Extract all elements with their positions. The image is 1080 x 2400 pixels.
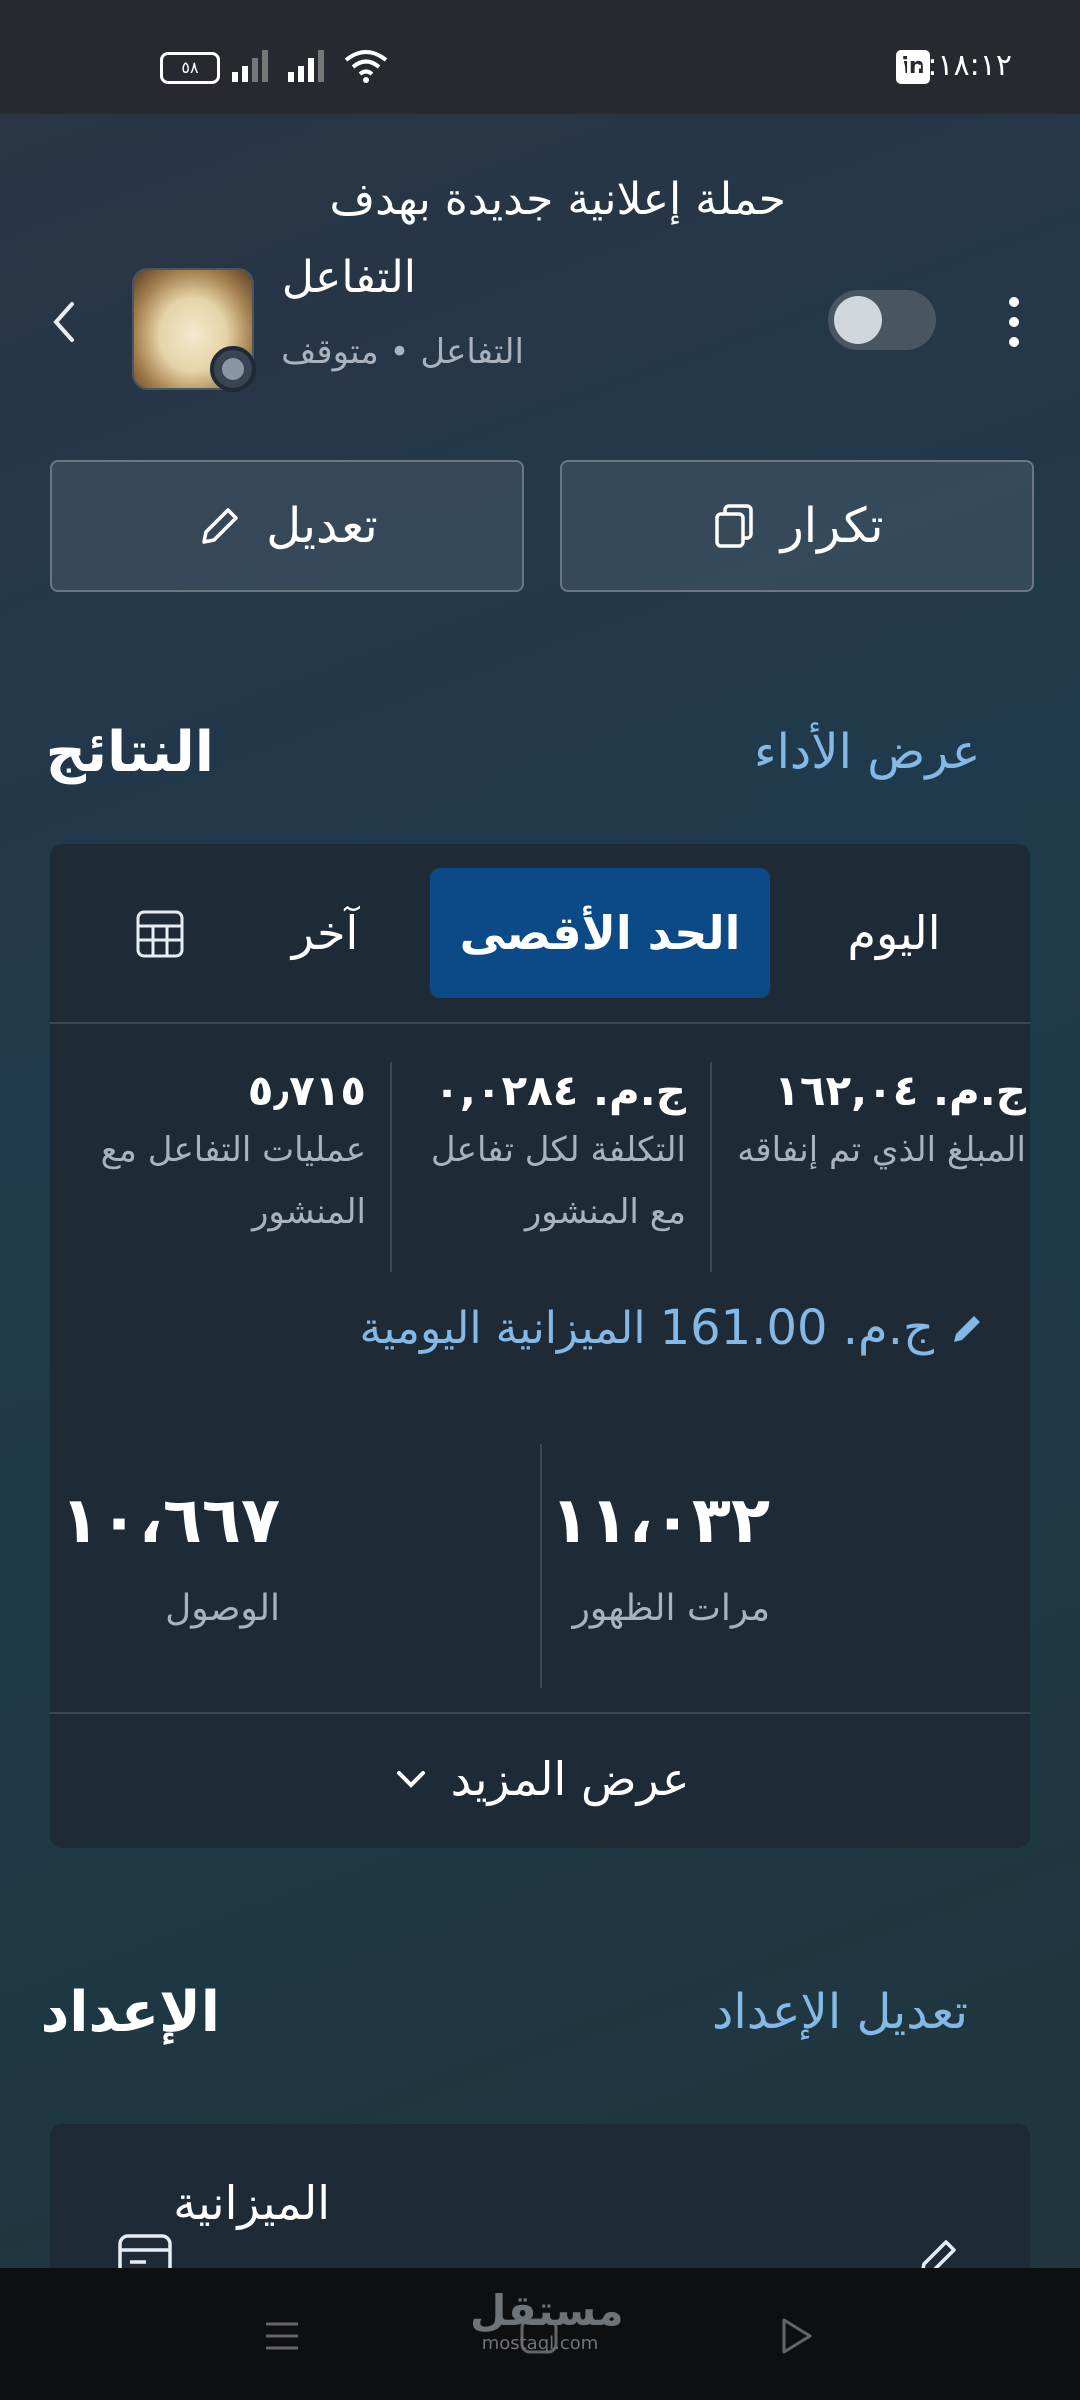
watermark-logo: مستقل mostaql.com [470,2286,624,2354]
tab-today[interactable]: اليوم [794,868,994,998]
cost-per-engagement-label: التكلفة لكل تفاعل مع المنشور [430,1130,686,1232]
watermark-arabic: مستقل [470,2286,624,2335]
battery-level: ٥٨ [181,58,199,77]
amount-spent-value: ج.م. ١٦٢,٠٤ [774,1066,1026,1115]
show-more-button[interactable]: عرض المزيد [50,1714,1030,1844]
signal-icon [232,50,268,82]
metric-cost-per-engagement: ج.م. ٠,٠٢٨٤ التكلفة لكل تفاعل مع المنشور [396,1066,686,1243]
duplicate-button[interactable]: تكرار [560,460,1034,592]
post-engagements-label: عمليات التفاعل مع المنشور [100,1130,366,1232]
setup-title: الإعداد [40,1980,220,2045]
pencil-icon [954,1316,980,1342]
campaign-toggle[interactable] [828,290,936,350]
campaign-title-line2: التفاعل [281,252,416,303]
post-engagements-value: ٥٫٧١٥ [247,1066,366,1115]
back-chevron-icon[interactable] [44,294,84,350]
metric-amount-spent: ج.م. ١٦٢,٠٤ المبلغ الذي تم إنفاقه [736,1066,1026,1181]
more-options-icon[interactable] [996,292,1032,352]
chevron-down-icon [396,1771,425,1788]
metric-post-engagements: ٥٫٧١٥ عمليات التفاعل مع المنشور [76,1066,366,1243]
big-metric-divider [540,1444,542,1688]
back-triangle-icon[interactable] [776,2314,818,2358]
metric-divider [710,1062,712,1272]
status-time: ١٠:١٨:١٢ [895,48,1012,83]
big-metric-reach: ١٠،٦٦٧ الوصول [60,1484,280,1629]
wifi-icon [344,50,388,83]
table-view-icon[interactable] [136,910,184,958]
amount-spent-label: المبلغ الذي تم إنفاقه [737,1130,1026,1170]
campaign-status: التفاعل • متوقف [281,332,524,372]
edit-label: تعديل [266,498,378,554]
signal-icon-2 [288,50,324,82]
impressions-label: مرات الظهور [572,1588,770,1629]
battery-icon: ٥٨ [160,52,220,84]
campaign-title: حملة إعلانية جديدة بهدف [329,174,786,225]
show-more-label: عرض المزيد [450,1752,690,1806]
setup-budget-label: الميزانية [173,2176,330,2230]
view-performance-link[interactable]: عرض الأداء [754,724,980,780]
watermark-latin: mostaql.com [481,2333,599,2354]
tab-lifetime[interactable]: الحد الأقصى [430,868,770,998]
edit-button[interactable]: تعديل [50,460,524,592]
daily-budget-line[interactable]: ج.م. 161.00 الميزانية اليومية [360,1300,988,1356]
duplicate-label: تكرار [780,498,884,554]
pencil-icon [202,508,239,544]
results-title: النتائج [45,720,214,785]
cost-per-engagement-value: ج.م. ٠,٠٢٨٤ [434,1066,686,1115]
copy-icon [714,504,753,548]
daily-budget-label: الميزانية اليومية [359,1302,646,1354]
tab-other[interactable]: آخر [240,868,410,998]
tabs-divider [50,1022,1030,1024]
reach-value: ١٠،٦٦٧ [60,1484,280,1558]
reach-label: الوصول [165,1588,280,1629]
edit-setup-link[interactable]: تعديل الإعداد [712,1984,968,2040]
metric-divider [390,1062,392,1272]
status-dot-icon [210,346,256,392]
big-metric-impressions: ١١،٠٣٢ مرات الظهور [550,1484,770,1629]
status-bar: ٥٨ in ١٠:١٨:١٢ [0,0,1080,114]
daily-budget-amount: ج.م. 161.00 [659,1300,934,1356]
impressions-value: ١١،٠٣٢ [550,1484,770,1558]
toggle-knob [834,296,882,344]
menu-icon[interactable] [262,2316,302,2356]
